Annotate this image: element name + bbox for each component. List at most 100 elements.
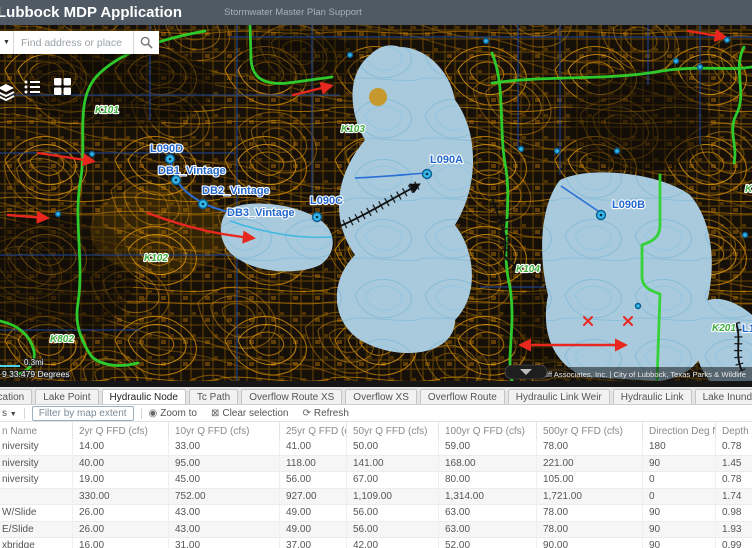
legend-icon[interactable] <box>24 79 41 94</box>
map-label-l090b: L090B <box>612 199 645 211</box>
tab-lake-inundation-iwse-[interactable]: Lake Inundation (IWSE) <box>695 389 752 404</box>
table-cell: 0.78 <box>715 472 752 488</box>
table-cell: 49.00 <box>279 505 346 521</box>
map-label-db1-vintage: DB1_Vintage <box>158 165 226 177</box>
node-marker[interactable] <box>636 304 641 309</box>
table-cell: 37.00 <box>279 538 346 548</box>
tab-hydraulic-link[interactable]: Hydraulic Link <box>613 389 692 404</box>
search-button[interactable] <box>133 31 159 54</box>
table-cell: 1,721.00 <box>536 489 642 505</box>
table-row[interactable]: niversity14.0033.0041.0050.0059.0078.001… <box>0 439 752 456</box>
node-marker[interactable] <box>519 147 524 152</box>
table-row[interactable]: E/Slide26.0043.0049.0056.0063.0078.00901… <box>0 522 752 539</box>
column-header[interactable]: Depth <box>715 422 752 440</box>
table-cell: 0.78 <box>715 439 752 455</box>
table-row[interactable]: niversity40.0095.00118.00141.00168.00221… <box>0 456 752 473</box>
map-viewport[interactable]: K101K102K103K104K201K802KL090DDB1_Vintag… <box>0 25 752 381</box>
caret-down-icon: ▼ <box>3 39 10 46</box>
table-cell: 1.74 <box>715 489 752 505</box>
node-marker[interactable] <box>615 149 620 154</box>
table-cell: 45.00 <box>168 472 279 488</box>
options-menu[interactable]: s ▼ <box>2 408 17 419</box>
scale-label: 0.3mi <box>24 358 44 367</box>
node-marker[interactable] <box>674 59 679 64</box>
map-label-k802: K802 <box>50 334 74 345</box>
node-marker[interactable] <box>743 233 748 238</box>
column-header[interactable]: 10yr Q FFD (cfs) <box>168 422 279 440</box>
node-marker[interactable] <box>423 170 432 179</box>
basemap-gallery-icon[interactable] <box>53 77 72 96</box>
column-header[interactable]: 50yr Q FFD (cfs) <box>346 422 438 440</box>
node-marker[interactable] <box>348 53 353 58</box>
node-marker[interactable] <box>698 65 703 70</box>
table-cell: 330.00 <box>72 489 168 505</box>
layers-icon[interactable] <box>0 82 16 102</box>
app-subtitle: Stormwater Master Plan Support <box>224 7 362 18</box>
search-source-dropdown[interactable]: ▼ <box>0 31 14 54</box>
map-label-k101: K101 <box>95 105 119 116</box>
table-row[interactable]: xbridge16.0031.0037.0042.0052.0090.00900… <box>0 538 752 548</box>
node-marker[interactable] <box>56 212 61 217</box>
node-marker[interactable] <box>597 211 606 220</box>
node-marker[interactable] <box>313 213 322 222</box>
column-header[interactable]: 25yr Q FFD (cfs) <box>279 422 346 440</box>
table-cell: 90 <box>642 522 715 538</box>
clear-selection-button[interactable]: ⊠Clear selection <box>211 408 289 419</box>
search-widget: ▼ Find address or place <box>0 31 159 54</box>
table-cell: 59.00 <box>438 439 536 455</box>
column-header[interactable]: n Name <box>0 422 72 440</box>
table-row[interactable]: W/Slide26.0043.0049.0056.0063.0078.00900… <box>0 505 752 522</box>
table-cell: 752.00 <box>168 489 279 505</box>
table-header-row: n Name2yr Q FFD (cfs)10yr Q FFD (cfs)25y… <box>0 421 752 440</box>
node-marker[interactable] <box>166 155 175 164</box>
node-marker[interactable] <box>555 149 560 154</box>
tab-overflow-route[interactable]: Overflow Route <box>420 389 505 404</box>
toolbar-divider <box>24 408 25 419</box>
table-cell: 50.00 <box>346 439 438 455</box>
map-label-l090d: L090D <box>150 143 183 155</box>
table-cell: 31.00 <box>168 538 279 548</box>
table-body: niversity14.0033.0041.0050.0059.0078.001… <box>0 439 752 548</box>
table-cell: 78.00 <box>536 439 642 455</box>
refresh-button[interactable]: ⟳Refresh <box>303 408 349 419</box>
tab-ocation[interactable]: ocation <box>0 389 32 404</box>
table-cell: 1.45 <box>715 456 752 472</box>
column-header[interactable]: 2yr Q FFD (cfs) <box>72 422 168 440</box>
table-cell: 52.00 <box>438 538 536 548</box>
table-cell: 90 <box>642 505 715 521</box>
filter-by-map-extent-button[interactable]: Filter by map extent <box>32 406 134 421</box>
table-cell: 90 <box>642 456 715 472</box>
node-marker[interactable] <box>725 38 730 43</box>
zoom-to-button[interactable]: ◉Zoom to <box>149 408 197 419</box>
map-canvas[interactable]: K101K102K103K104K201K802KL090DDB1_Vintag… <box>0 25 752 381</box>
attribution-text: alff Associates, Inc. | City of Lubbock,… <box>542 370 746 379</box>
table-cell: 95.00 <box>168 456 279 472</box>
table-row[interactable]: 330.00752.00927.001,109.001,314.001,721.… <box>0 489 752 506</box>
table-row[interactable]: niversity19.0045.0056.0067.0080.00105.00… <box>0 472 752 489</box>
tab-lake-point[interactable]: Lake Point <box>35 389 98 404</box>
node-marker[interactable] <box>90 152 95 157</box>
tab-overflow-xs[interactable]: Overflow XS <box>345 389 417 404</box>
column-header[interactable]: 100yr Q FFD (cfs) <box>438 422 536 440</box>
column-header[interactable]: Direction Deg North <box>642 422 715 440</box>
tab-hydraulic-link-weir[interactable]: Hydraulic Link Weir <box>508 389 610 404</box>
coordinate-readout: 9 33.479 Degrees <box>2 369 70 379</box>
table-cell: 118.00 <box>279 456 346 472</box>
table-cell: 63.00 <box>438 505 536 521</box>
node-marker[interactable] <box>484 39 489 44</box>
tab-hydraulic-node[interactable]: Hydraulic Node <box>102 389 186 404</box>
column-header[interactable]: 500yr Q FFD (cfs) <box>536 422 642 440</box>
search-input[interactable]: Find address or place <box>14 31 133 54</box>
table-cell: 0.99 <box>715 538 752 548</box>
collapse-table-button[interactable] <box>505 365 547 379</box>
node-marker[interactable] <box>199 200 208 209</box>
tab-tc-path[interactable]: Tc Path <box>189 389 238 404</box>
table-cell <box>0 489 72 505</box>
table-cell: 43.00 <box>168 505 279 521</box>
map-label-l1: L1 <box>742 323 752 335</box>
table-cell: 63.00 <box>438 522 536 538</box>
tab-overflow-route-xs[interactable]: Overflow Route XS <box>241 389 342 404</box>
table-cell: 0 <box>642 472 715 488</box>
table-cell: 42.00 <box>346 538 438 548</box>
table-cell: 1,109.00 <box>346 489 438 505</box>
